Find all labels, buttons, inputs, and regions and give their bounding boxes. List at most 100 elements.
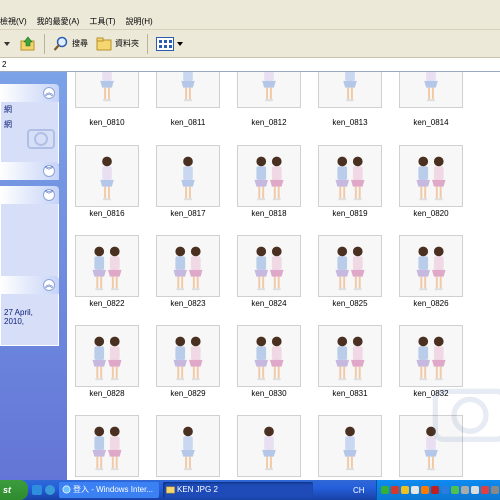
task-pane: ︽ 網 網 ︾ ︾ ︽ 27 April, 2010, — [0, 72, 67, 480]
file-name[interactable]: ken_0812 — [229, 118, 309, 127]
tray-icon[interactable] — [441, 486, 449, 494]
tray-icon[interactable] — [381, 486, 389, 494]
file-name[interactable]: ken_0828 — [67, 389, 147, 398]
file-thumbnail[interactable] — [399, 145, 463, 207]
taskbar: st 登入 - Windows Inter... KEN JPG 2 CH — [0, 480, 500, 500]
tray-icon[interactable] — [411, 486, 419, 494]
file-thumbnail[interactable] — [156, 235, 220, 297]
file-thumbnail[interactable] — [237, 145, 301, 207]
file-thumbnail[interactable] — [237, 72, 301, 108]
tray-icon[interactable] — [461, 486, 469, 494]
file-name[interactable]: ken_0825 — [310, 299, 390, 308]
panel-details: ︾ — [0, 186, 59, 280]
taskbar-item-ie[interactable]: 登入 - Windows Inter... — [59, 482, 159, 498]
date-text: 27 April, 2010, — [4, 308, 33, 326]
menu-tools[interactable]: 工具(T) — [89, 16, 115, 27]
file-name[interactable]: ken_0824 — [229, 299, 309, 308]
tray-icon[interactable] — [481, 486, 489, 494]
dropdown-arrow-icon — [177, 41, 183, 46]
file-name[interactable]: ken_0814 — [391, 118, 471, 127]
address-bar[interactable]: 2 — [0, 58, 500, 72]
menu-favorites[interactable]: 我的最愛(A) — [37, 16, 80, 27]
file-name[interactable]: ken_0831 — [310, 389, 390, 398]
file-name[interactable]: ken_0826 — [391, 299, 471, 308]
toolbar: 搜尋 資料夾 — [0, 30, 500, 58]
folders-button[interactable]: 資料夾 — [92, 33, 143, 55]
ie-icon — [62, 485, 71, 494]
file-name[interactable]: ken_0816 — [67, 209, 147, 218]
taskbar-item-folder[interactable]: KEN JPG 2 — [163, 482, 313, 498]
file-name[interactable]: ken_0819 — [310, 209, 390, 218]
up-folder-icon — [20, 36, 35, 50]
file-thumbnail[interactable] — [156, 72, 220, 108]
file-thumbnail[interactable] — [399, 235, 463, 297]
file-thumbnail[interactable] — [237, 235, 301, 297]
folder-icon — [166, 486, 175, 494]
file-thumbnail[interactable] — [75, 325, 139, 387]
file-thumbnail[interactable] — [318, 325, 382, 387]
tray-icon[interactable] — [491, 486, 499, 494]
file-name[interactable]: ken_0817 — [148, 209, 228, 218]
expand-icon[interactable]: ︾ — [43, 189, 55, 201]
toolbar-separator — [44, 33, 45, 54]
start-button[interactable]: st — [0, 480, 28, 500]
menu-help[interactable]: 說明(H) — [126, 16, 153, 27]
panel-link[interactable]: 網 — [1, 102, 58, 117]
file-thumbnail[interactable] — [156, 415, 220, 477]
file-thumbnail[interactable] — [75, 72, 139, 108]
address-value: 2 — [2, 60, 7, 69]
collapse-icon[interactable]: ︽ — [43, 87, 55, 99]
search-icon — [53, 36, 68, 51]
panel-header[interactable]: ︾ — [0, 162, 59, 180]
file-thumbnail[interactable] — [75, 145, 139, 207]
file-name[interactable]: ken_0810 — [67, 118, 147, 127]
desktop-icon[interactable] — [32, 485, 42, 495]
file-name[interactable]: ken_0813 — [310, 118, 390, 127]
file-name[interactable]: ken_0829 — [148, 389, 228, 398]
toolbar-separator — [147, 33, 148, 54]
panel-header[interactable]: ︽ — [0, 84, 59, 102]
views-icon — [156, 36, 174, 51]
language-indicator[interactable]: CH — [353, 486, 365, 495]
search-button[interactable]: 搜尋 — [49, 33, 92, 55]
menu-view[interactable]: 檢視(V) — [0, 16, 27, 27]
file-thumbnail[interactable] — [156, 325, 220, 387]
file-thumbnail[interactable] — [237, 325, 301, 387]
search-label: 搜尋 — [72, 39, 88, 48]
file-thumbnail[interactable] — [318, 235, 382, 297]
file-name[interactable]: ken_0823 — [148, 299, 228, 308]
tray-icon[interactable] — [471, 486, 479, 494]
task-label: KEN JPG 2 — [177, 485, 218, 494]
file-name[interactable]: ken_0822 — [67, 299, 147, 308]
quick-launch — [32, 485, 55, 495]
tray-icon[interactable] — [451, 486, 459, 494]
file-name[interactable]: ken_0830 — [229, 389, 309, 398]
file-thumbnail[interactable] — [75, 415, 139, 477]
file-thumbnail[interactable] — [75, 235, 139, 297]
file-name[interactable]: ken_0811 — [148, 118, 228, 127]
system-tray — [376, 480, 500, 500]
file-thumbnail[interactable] — [399, 72, 463, 108]
file-thumbnail[interactable] — [318, 72, 382, 108]
tray-icon[interactable] — [421, 486, 429, 494]
forward-button[interactable] — [0, 33, 16, 55]
file-thumbnail[interactable] — [237, 415, 301, 477]
tray-icon[interactable] — [401, 486, 409, 494]
file-thumbnail[interactable] — [318, 415, 382, 477]
ie-icon[interactable] — [45, 485, 55, 495]
file-thumbnail[interactable] — [156, 145, 220, 207]
tray-icon[interactable] — [431, 486, 439, 494]
file-list: ken_0810 ken_0811 ken_0812 ken_0813 ken_0814… — [67, 72, 500, 480]
file-thumbnail[interactable] — [318, 145, 382, 207]
panel-tasks: ︽ 網 網 — [0, 84, 59, 164]
file-name[interactable]: ken_0818 — [229, 209, 309, 218]
views-button[interactable] — [152, 33, 187, 55]
collapse-icon[interactable]: ︽ — [43, 279, 55, 291]
panel-header[interactable]: ︽ — [0, 276, 59, 294]
file-name[interactable]: ken_0820 — [391, 209, 471, 218]
task-label: 登入 - Windows Inter... — [73, 485, 154, 494]
tray-icon[interactable] — [391, 486, 399, 494]
up-folder-button[interactable] — [16, 33, 40, 55]
expand-icon[interactable]: ︾ — [43, 165, 55, 177]
panel-header[interactable]: ︾ — [0, 186, 59, 204]
